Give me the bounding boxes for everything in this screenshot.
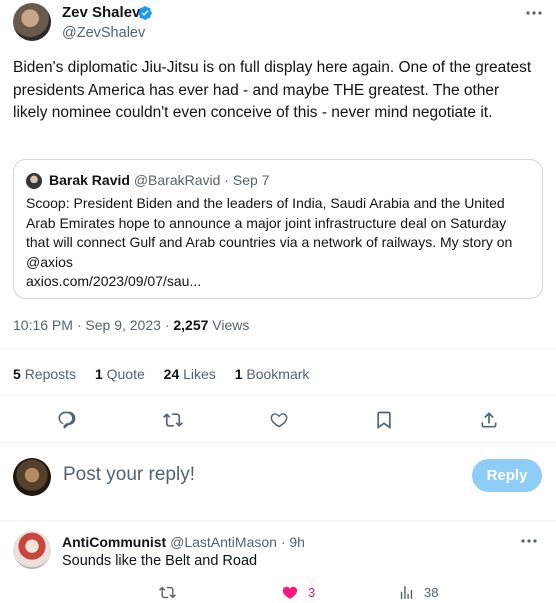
liked-heart-icon: [282, 586, 298, 599]
divider: [0, 348, 556, 349]
reply-action-bar: 3 38: [0, 582, 556, 602]
views-label: Views: [212, 317, 250, 333]
engagement-stats: 5 Reposts 1 Quote 24 Likes 1 Bookmark: [13, 365, 324, 383]
quoted-tweet-link[interactable]: axios.com/2023/09/07/sau...: [26, 273, 201, 289]
views-count: 2,257: [173, 317, 209, 333]
action-bar: [0, 410, 556, 432]
reply-composer: Post your reply! Reply: [0, 455, 556, 505]
divider: [0, 520, 556, 521]
reply-header: AntiCommunist @LastAntiMason · 9h: [62, 533, 305, 551]
reply-input[interactable]: Post your reply!: [63, 464, 195, 486]
verified-badge-icon: [138, 6, 152, 20]
author-handle[interactable]: @ZevShalev: [62, 24, 145, 42]
bookmark-icon[interactable]: [374, 410, 396, 432]
tweet-time[interactable]: 10:16 PM: [13, 317, 73, 333]
timestamp-separator: ·: [76, 317, 82, 333]
tweet-header: Zev Shalev @ZevShalev: [13, 3, 543, 43]
quoted-separator: ·: [224, 172, 229, 188]
tweet-timestamp: 10:16 PM · Sep 9, 2023 · 2,257 Views: [13, 316, 249, 334]
reply-separator: ·: [280, 534, 286, 550]
more-options-icon[interactable]: [520, 533, 538, 549]
author-name[interactable]: Zev Shalev: [62, 4, 140, 22]
reply-author-handle[interactable]: @LastAntiMason: [170, 534, 277, 550]
quoted-author-avatar: [26, 173, 42, 189]
tweet-date[interactable]: Sep 9, 2023: [85, 317, 161, 333]
divider: [0, 395, 556, 396]
reposts-stat[interactable]: 5 Reposts: [13, 365, 76, 383]
views-chart-icon: [400, 585, 413, 599]
quotes-stat[interactable]: 1 Quote: [95, 365, 145, 383]
reply-time[interactable]: 9h: [289, 534, 305, 550]
reply-text: Sounds like the Belt and Road: [62, 553, 258, 569]
repost-icon[interactable]: [163, 410, 185, 432]
reply-button[interactable]: Reply: [472, 459, 542, 492]
quoted-author-name: Barak Ravid: [49, 172, 130, 188]
reply-like-count: 3: [308, 584, 316, 600]
reply-repost-icon[interactable]: [159, 582, 185, 602]
reply-author-avatar[interactable]: [13, 531, 51, 569]
reply-tweet[interactable]: AntiCommunist @LastAntiMason · 9h Sounds…: [0, 522, 556, 603]
reply-icon[interactable]: [57, 410, 79, 432]
timestamp-separator: ·: [164, 317, 170, 333]
quoted-tweet-body: Scoop: President Biden and the leaders o…: [26, 194, 531, 292]
reply-like-button[interactable]: 3: [282, 582, 315, 602]
tweet-text: Biden's diplomatic Jiu-Jitsu is on full …: [13, 59, 532, 121]
current-user-avatar: [13, 458, 51, 496]
quoted-date: Sep 7: [232, 172, 270, 188]
author-avatar[interactable]: [13, 3, 51, 41]
quoted-tweet-text: Scoop: President Biden and the leaders o…: [26, 195, 513, 270]
reply-author-name[interactable]: AntiCommunist: [62, 534, 166, 550]
bookmarks-stat[interactable]: 1 Bookmark: [235, 365, 310, 383]
more-options-icon[interactable]: [525, 5, 543, 21]
quoted-tweet-card[interactable]: Barak Ravid @BarakRavid · Sep 7 Scoop: P…: [13, 159, 543, 299]
likes-stat[interactable]: 24 Likes: [164, 365, 216, 383]
share-icon[interactable]: [479, 410, 501, 432]
divider: [0, 442, 556, 443]
like-icon[interactable]: [269, 410, 291, 432]
reply-views-button[interactable]: 38: [398, 582, 438, 602]
reply-view-count: 38: [424, 584, 439, 600]
quoted-tweet-header: Barak Ravid @BarakRavid · Sep 7: [49, 171, 269, 189]
quoted-author-handle: @BarakRavid: [133, 172, 221, 188]
